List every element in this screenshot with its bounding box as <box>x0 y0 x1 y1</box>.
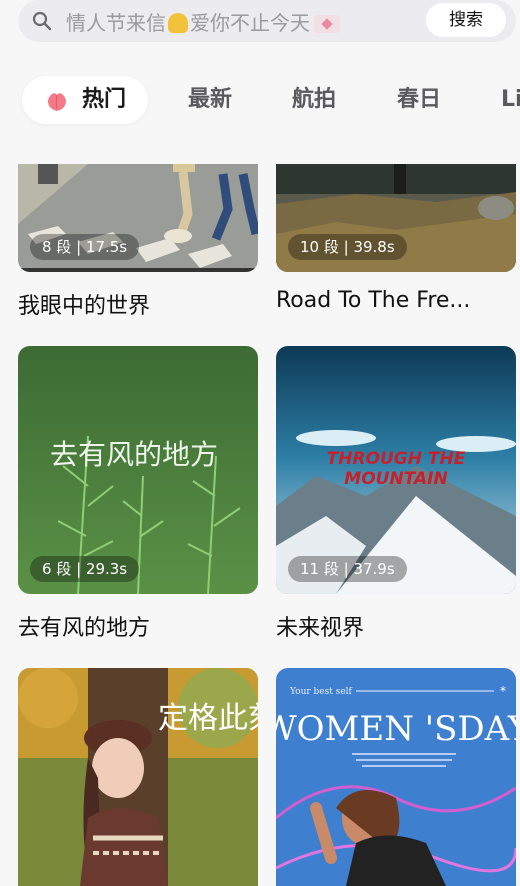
search-bar[interactable]: 情人节来信 爱你不止今天 搜索 <box>18 0 516 42</box>
duration-badge: 10 段 | 39.8s <box>288 234 407 260</box>
overlay-title: THROUGH THE <box>327 449 466 469</box>
overlay-calligraphy: 去有风的地方 <box>50 438 218 471</box>
duration-badge: 8 段 | 17.5s <box>30 234 140 260</box>
overlay-calligraphy: 定格此刻 <box>158 701 258 736</box>
overlay-title: MOUNTAIN <box>344 469 447 489</box>
thumbnail-womens-day: Your best self * WOMEN 'SDAY <box>276 668 516 886</box>
card-title: Road To The Fre... <box>276 288 471 313</box>
thumbnail-green-plant: 去有风的地方 6 段 | 29.3s <box>18 346 258 594</box>
tab-hot[interactable]: 热门 <box>22 76 148 124</box>
thumbnail-autumn-portrait: 定格此刻 <box>18 668 258 886</box>
search-placeholder: 情人节来信 爱你不止今天 <box>66 7 340 36</box>
thumbnail-road: 10 段 | 39.8s <box>276 164 516 272</box>
duration-badge: 11 段 | 37.9s <box>288 556 407 582</box>
overlay-title: WOMEN 'SDAY <box>276 709 516 749</box>
sparkle-icon: * <box>500 684 506 698</box>
tab-li[interactable]: Li <box>501 76 520 124</box>
search-icon <box>32 11 52 31</box>
card-title: 去有风的地方 <box>18 616 151 641</box>
search-button[interactable]: 搜索 <box>426 3 506 37</box>
peach-icon <box>48 93 66 111</box>
tab-aerial[interactable]: 航拍 <box>292 76 336 124</box>
overlay-small-text: Your best self <box>289 687 353 697</box>
card-title: 未来视界 <box>276 616 365 641</box>
card-title: 我眼中的世界 <box>18 294 151 319</box>
bell-emoji-icon <box>168 13 188 33</box>
thumbnail-crosswalk: 8 段 | 17.5s <box>18 164 258 272</box>
tab-latest[interactable]: 最新 <box>188 76 232 124</box>
duration-badge: 6 段 | 29.3s <box>30 556 140 582</box>
tab-spring[interactable]: 春日 <box>397 76 441 124</box>
category-tabs: 热门 最新 航拍 春日 Li <box>0 76 520 126</box>
tab-label: 热门 <box>82 87 127 112</box>
thumbnail-mountain: THROUGH THE MOUNTAIN 11 段 | 37.9s <box>276 346 516 594</box>
love-letter-emoji-icon <box>314 15 340 33</box>
